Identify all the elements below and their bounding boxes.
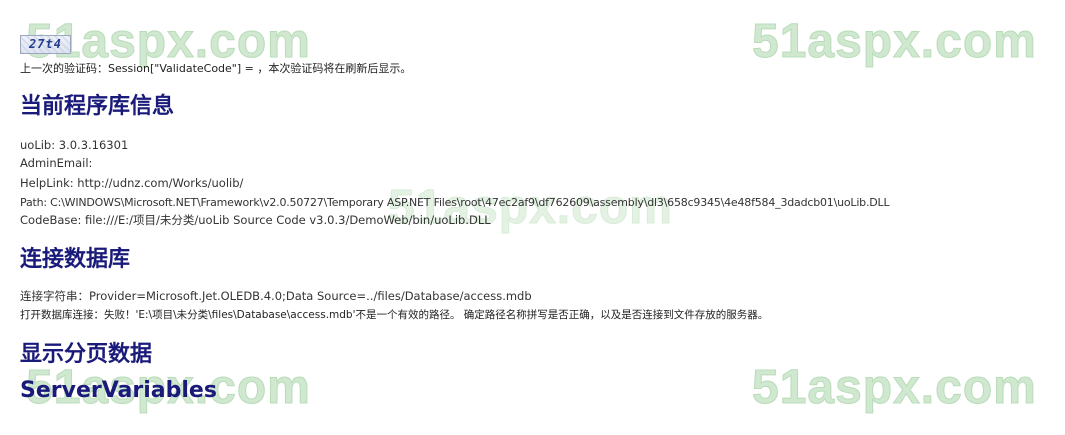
watermark-bottom-right: 51aspx.com xyxy=(752,361,1037,415)
library-codebase: CodeBase: file:///E:/项目/未分类/uoLib Source… xyxy=(20,213,491,227)
uolib-version: uoLib: 3.0.3.16301 xyxy=(20,138,129,152)
admin-email: AdminEmail: xyxy=(20,156,93,170)
captcha-image[interactable]: 27t4 xyxy=(20,35,71,54)
paging-data-heading: 显示分页数据 xyxy=(20,342,153,367)
watermark-top-right: 51aspx.com xyxy=(752,15,1037,69)
connection-string: 连接字符串：Provider=Microsoft.Jet.OLEDB.4.0;D… xyxy=(20,289,532,303)
validate-code-text: 上一次的验证码：Session["ValidateCode"] = ，本次验证码… xyxy=(20,62,412,75)
library-path: Path: C:\WINDOWS\Microsoft.NET\Framework… xyxy=(20,196,890,209)
help-link: HelpLink: http://udnz.com/Works/uolib/ xyxy=(20,176,244,190)
connect-database-heading: 连接数据库 xyxy=(20,247,131,272)
library-info-heading: 当前程序库信息 xyxy=(20,94,175,119)
open-connection-result: 打开数据库连接：失败！'E:\项目\未分类\files\Database\acc… xyxy=(20,309,769,321)
server-variables-heading: ServerVariables xyxy=(20,378,217,403)
